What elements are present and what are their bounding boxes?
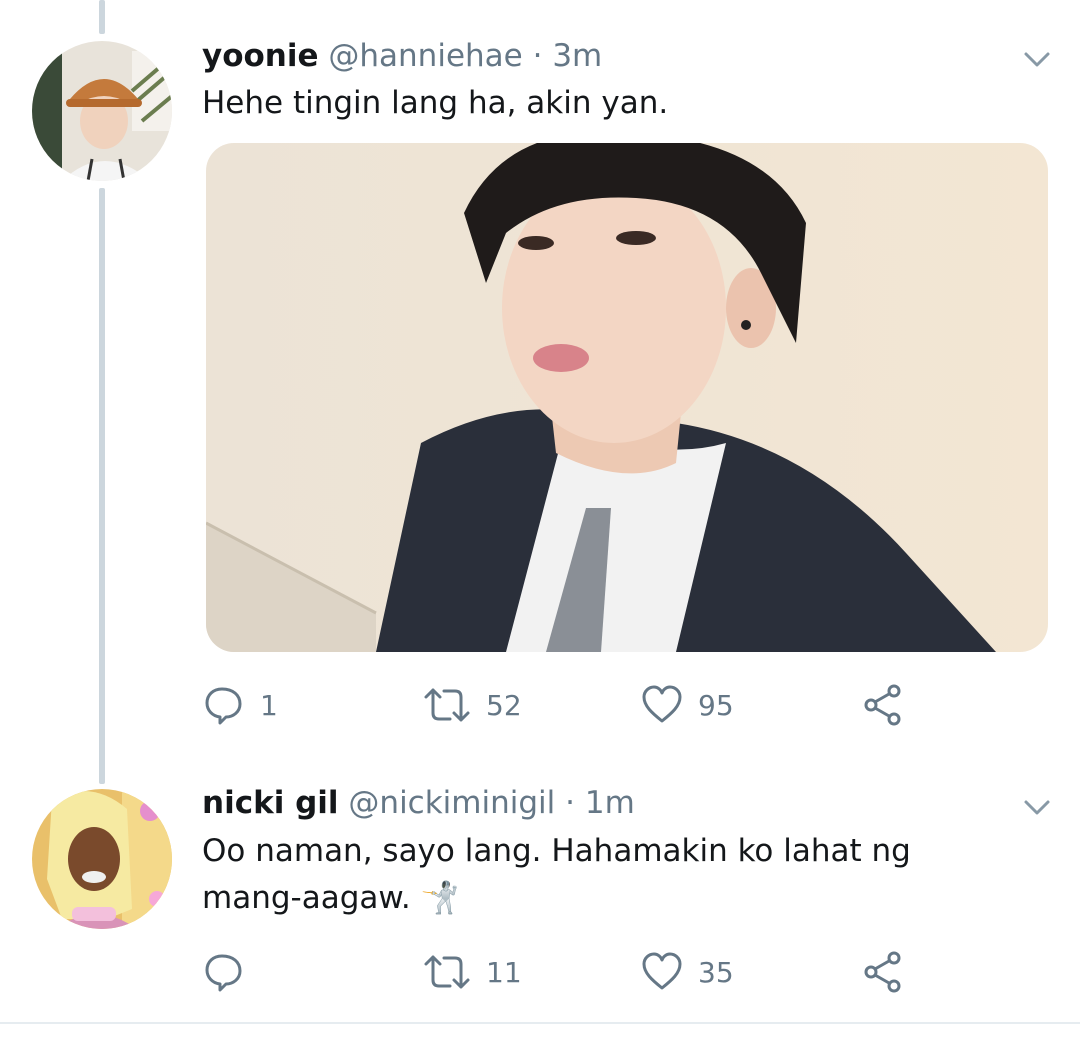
user-handle[interactable]: @nickiminigil (348, 785, 555, 821)
share-icon (864, 684, 901, 726)
share-icon (864, 951, 901, 993)
timestamp[interactable]: 3m (552, 38, 602, 74)
tweet-text-line: mang-aagaw. 🤺 (202, 875, 911, 922)
thread-line (99, 188, 105, 784)
tweet-text: Oo naman, sayo lang. Hahamakin ko lahat … (202, 828, 911, 922)
thread-line-top (99, 0, 105, 34)
avatar-photo (32, 41, 172, 181)
like-button[interactable]: 35 (640, 942, 734, 1002)
heart-icon (642, 685, 682, 723)
avatar[interactable] (32, 41, 172, 181)
user-handle[interactable]: @hanniehae (328, 38, 522, 74)
avatar-photo (32, 789, 172, 929)
media-photo (206, 143, 1048, 652)
heart-icon (642, 952, 682, 990)
display-name[interactable]: nicki gil (202, 785, 339, 821)
like-count: 35 (698, 955, 734, 989)
tweet-actions: 11 35 (202, 942, 922, 1002)
retweet-icon (424, 688, 470, 722)
tweet-text-fragment: mang-aagaw. (202, 880, 411, 916)
reply-count: 1 (260, 688, 278, 722)
avatar[interactable] (32, 789, 172, 929)
display-name[interactable]: yoonie (202, 38, 319, 74)
tweet-text-line: Oo naman, sayo lang. Hahamakin ko lahat … (202, 833, 911, 869)
fencer-emoji: 🤺 (420, 880, 460, 916)
tweet-header: yoonie @hanniehae · 3m (202, 36, 602, 76)
timestamp[interactable]: 1m (585, 785, 635, 821)
retweet-button[interactable]: 52 (422, 675, 522, 735)
retweet-count: 11 (486, 955, 522, 989)
like-count: 95 (698, 688, 734, 722)
chevron-down-icon (1024, 800, 1050, 815)
reply-icon (205, 687, 242, 725)
retweet-button[interactable]: 11 (422, 942, 522, 1002)
separator-dot: · (565, 785, 575, 821)
tweet-media[interactable] (206, 143, 1048, 652)
tweet-menu-button[interactable] (1020, 42, 1054, 76)
retweet-count: 52 (486, 688, 522, 722)
chevron-down-icon (1024, 52, 1050, 67)
reply-icon (205, 954, 242, 992)
share-button[interactable] (862, 675, 906, 735)
tweet-actions: 1 52 95 (202, 675, 922, 735)
like-button[interactable]: 95 (640, 675, 734, 735)
tweet-menu-button[interactable] (1020, 790, 1054, 824)
divider (0, 1022, 1080, 1024)
reply-button[interactable] (202, 942, 260, 1002)
retweet-icon (424, 955, 470, 989)
reply-button[interactable]: 1 (202, 675, 278, 735)
tweet-header: nicki gil @nickiminigil · 1m (202, 783, 635, 823)
tweet-text: Hehe tingin lang ha, akin yan. (202, 85, 669, 121)
separator-dot: · (532, 38, 543, 74)
share-button[interactable] (862, 942, 906, 1002)
